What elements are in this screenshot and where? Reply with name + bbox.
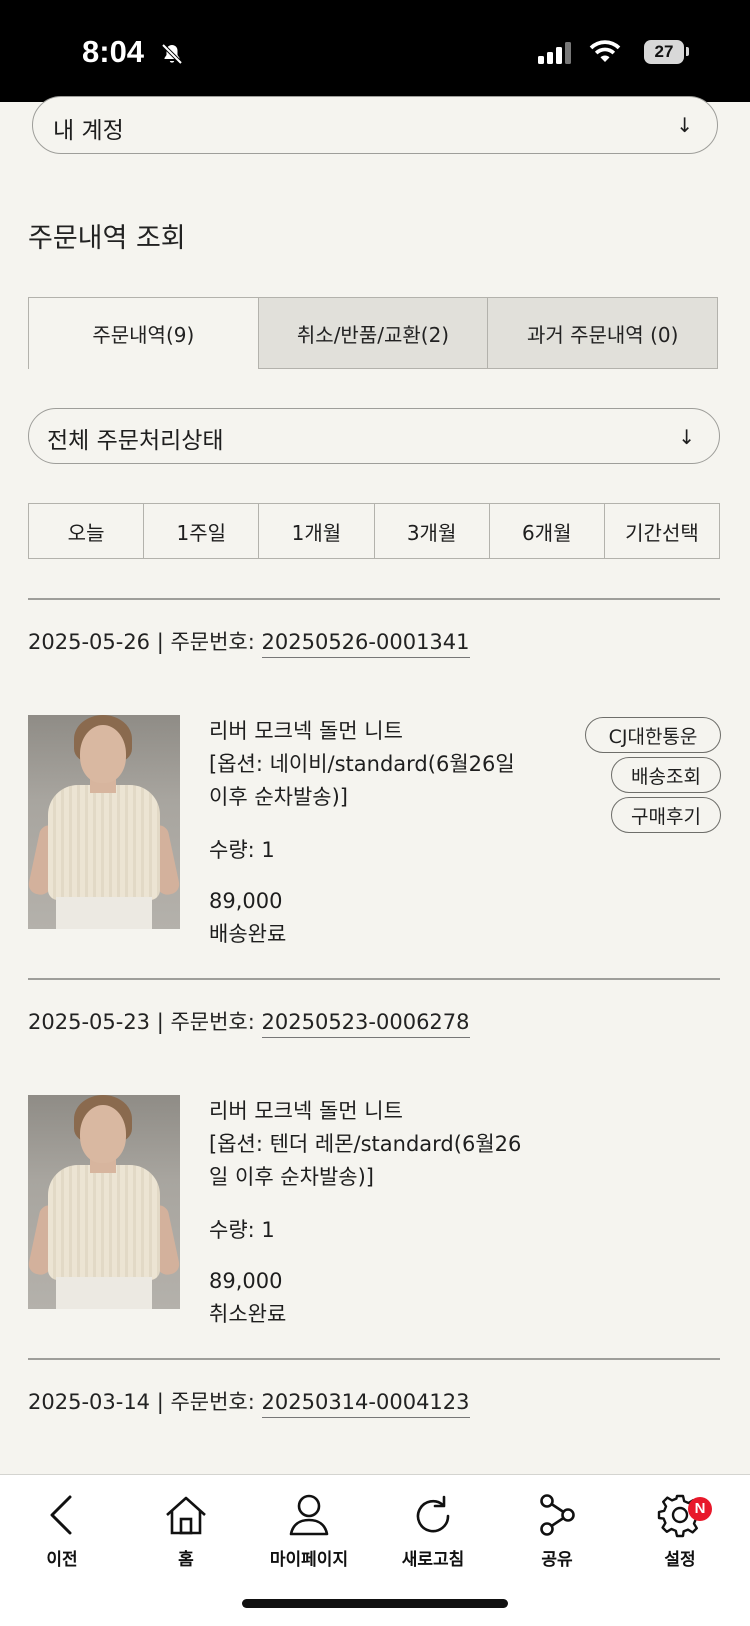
order-tabs: 주문내역(9) 취소/반품/교환(2) 과거 주문내역 (0) <box>28 297 719 369</box>
product-option: [옵션: 네이비/standard(6월26일 <box>209 752 515 776</box>
order-date: 2025-05-23 <box>28 1010 151 1034</box>
wifi-icon <box>588 40 622 68</box>
order-header: 2025-05-26 | 주문번호: 20250526-0001341 <box>28 626 470 658</box>
product-name[interactable]: 리버 모크넥 돌먼 니트 <box>209 1095 539 1128</box>
tab-cancel-return-exchange[interactable]: 취소/반품/교환(2) <box>258 297 489 369</box>
product-price: 89,000 <box>209 889 283 913</box>
nav-settings-label: 설정 <box>664 1550 696 1570</box>
nav-share-label: 공유 <box>541 1550 573 1570</box>
home-icon <box>136 1489 236 1541</box>
product-image[interactable] <box>28 1095 180 1309</box>
product-name[interactable]: 리버 모크넥 돌먼 니트 <box>209 715 539 748</box>
status-time: 8:04 <box>82 34 145 69</box>
divider <box>28 1358 720 1360</box>
share-icon <box>507 1489 607 1541</box>
order-status-dropdown[interactable]: 전체 주문처리상태 ↓ <box>28 408 720 464</box>
product-option: [옵션: 텐더 레몬/standard(6월26 <box>209 1132 522 1156</box>
product-option: 이후 순차발송)] <box>209 785 348 809</box>
order-status: 배송완료 <box>209 922 287 946</box>
image-detail <box>48 1165 160 1280</box>
image-detail <box>80 725 126 783</box>
nav-refresh-label: 새로고침 <box>401 1550 465 1570</box>
image-detail <box>48 785 160 900</box>
arrow-down-icon: ↓ <box>678 425 695 449</box>
period-1-week[interactable]: 1주일 <box>143 504 258 558</box>
order-number-link[interactable]: 20250523-0006278 <box>261 1010 470 1038</box>
back-icon <box>12 1489 112 1541</box>
battery-indicator: 27 <box>644 40 684 64</box>
image-detail <box>80 1105 126 1163</box>
bell-off-icon <box>160 42 184 70</box>
product-option: 일 이후 순차발송)] <box>209 1165 374 1189</box>
image-detail <box>56 1277 152 1309</box>
nav-share[interactable]: 공유 <box>507 1489 607 1570</box>
tab-orders[interactable]: 주문내역(9) <box>28 297 259 369</box>
order-number-link[interactable]: 20250526-0001341 <box>261 630 470 658</box>
track-delivery-button[interactable]: 배송조회 <box>611 757 721 793</box>
arrow-down-icon: ↓ <box>676 113 693 137</box>
product-info: 리버 모크넥 돌먼 니트 [옵션: 네이비/standard(6월26일 이후 … <box>209 715 539 951</box>
period-custom[interactable]: 기간선택 <box>603 504 719 558</box>
order-header: 2025-05-23 | 주문번호: 20250523-0006278 <box>28 1006 470 1038</box>
period-filter: 오늘 1주일 1개월 3개월 6개월 기간선택 <box>28 503 720 559</box>
nav-settings[interactable]: N 설정 <box>630 1489 730 1570</box>
tab-past-orders[interactable]: 과거 주문내역 (0) <box>488 297 719 369</box>
image-detail <box>56 897 152 929</box>
nav-back[interactable]: 이전 <box>12 1489 112 1570</box>
nav-mypage-label: 마이페이지 <box>269 1550 349 1570</box>
order-date: 2025-05-26 <box>28 630 151 654</box>
battery-cap <box>686 47 689 56</box>
page-title: 주문내역 조회 <box>28 223 186 254</box>
gear-icon <box>630 1489 730 1541</box>
nav-refresh[interactable]: 새로고침 <box>383 1489 483 1570</box>
product-quantity: 수량: 1 <box>209 1218 275 1242</box>
account-dropdown[interactable]: 내 계정 ↓ <box>32 96 718 154</box>
product-image[interactable] <box>28 715 180 929</box>
period-6-months[interactable]: 6개월 <box>488 504 604 558</box>
period-1-month[interactable]: 1개월 <box>258 504 373 558</box>
divider <box>28 978 720 980</box>
signal-icon <box>538 42 572 68</box>
order-number-link[interactable]: 20250314-0004123 <box>261 1390 470 1418</box>
write-review-button[interactable]: 구매후기 <box>611 797 721 833</box>
product-quantity: 수량: 1 <box>209 838 275 862</box>
nav-home[interactable]: 홈 <box>136 1489 236 1570</box>
product-price: 89,000 <box>209 1269 283 1293</box>
order-no-label: | 주문번호: <box>150 1390 262 1414</box>
notification-badge: N <box>688 1497 712 1521</box>
product-info: 리버 모크넥 돌먼 니트 [옵션: 텐더 레몬/standard(6월26 일 … <box>209 1095 539 1331</box>
order-status: 취소완료 <box>209 1302 287 1326</box>
account-dropdown-label: 내 계정 <box>53 118 124 144</box>
refresh-icon <box>383 1489 483 1541</box>
order-header: 2025-03-14 | 주문번호: 20250314-0004123 <box>28 1386 470 1418</box>
nav-home-label: 홈 <box>178 1550 194 1570</box>
period-today[interactable]: 오늘 <box>29 504 143 558</box>
nav-mypage[interactable]: 마이페이지 <box>259 1489 359 1570</box>
nav-back-label: 이전 <box>46 1550 78 1570</box>
home-indicator <box>242 1599 508 1608</box>
order-status-label: 전체 주문처리상태 <box>47 428 224 454</box>
status-bar: 8:04 27 <box>0 0 750 102</box>
order-no-label: | 주문번호: <box>150 1010 262 1034</box>
order-date: 2025-03-14 <box>28 1390 151 1414</box>
user-icon <box>259 1489 359 1541</box>
order-no-label: | 주문번호: <box>150 630 262 654</box>
divider <box>28 598 720 600</box>
period-3-months[interactable]: 3개월 <box>373 504 489 558</box>
courier-button[interactable]: CJ대한통운 <box>585 717 721 753</box>
